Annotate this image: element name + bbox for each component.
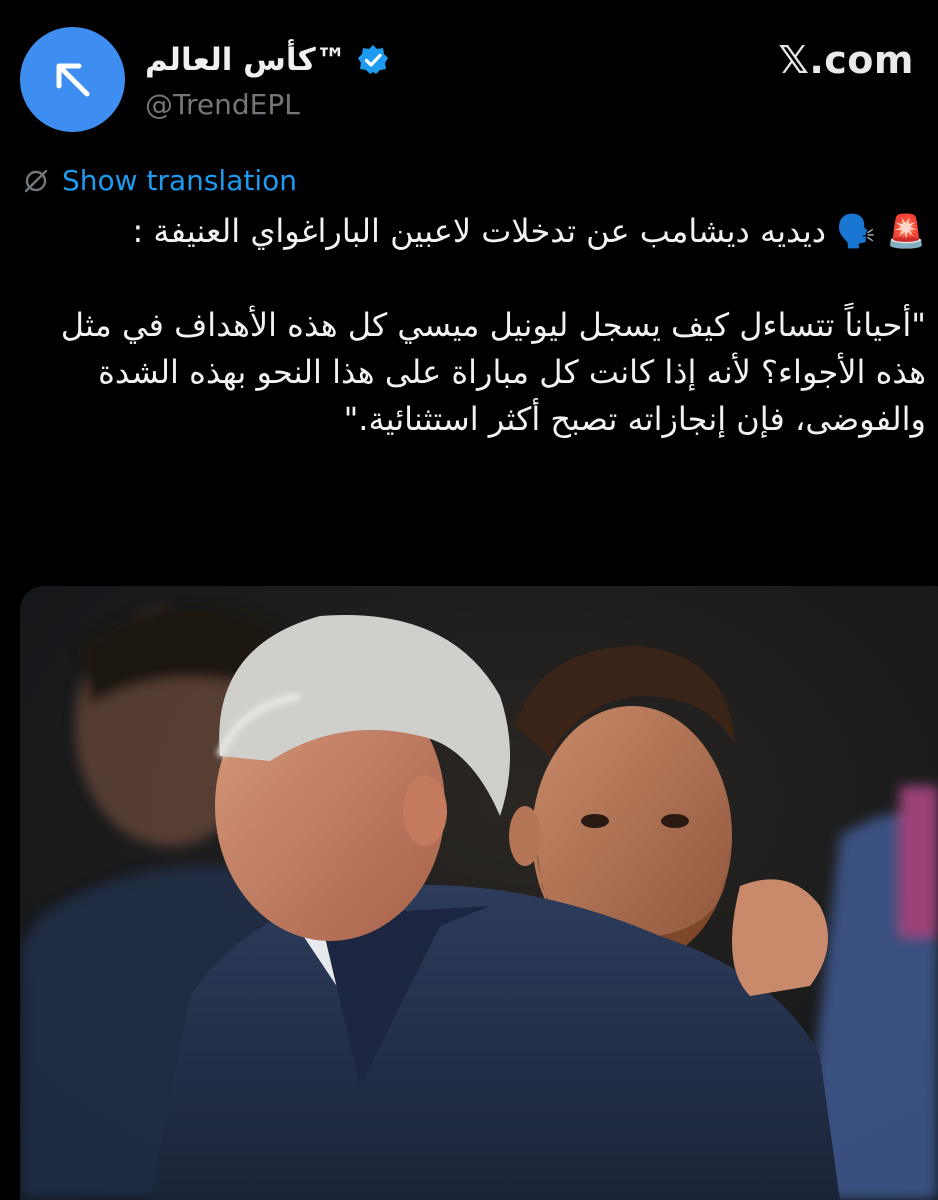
tweet-text: 🚨 🗣️ ديديه ديشامب عن تدخلات لاعبين البار… xyxy=(12,208,926,443)
name-row: كأس العالم™ xyxy=(145,38,389,82)
arrow-up-left-icon xyxy=(56,63,89,96)
tweet-headline: 🚨 🗣️ ديديه ديشامب عن تدخلات لاعبين البار… xyxy=(132,212,926,250)
display-name[interactable]: كأس العالم™ xyxy=(145,42,347,78)
verified-badge-icon xyxy=(357,45,388,74)
tweet-quote: "أحياناً تتساءل كيف يسجل ليونيل ميسي كل … xyxy=(60,306,926,438)
show-translation-button[interactable]: Show translation xyxy=(22,164,297,197)
globe-slash-icon xyxy=(24,169,48,192)
tweet-photo[interactable] xyxy=(20,586,938,1200)
photo-illustration xyxy=(20,586,938,1200)
site-label: 𝕏.com xyxy=(778,38,914,82)
user-handle[interactable]: @TrendEPL xyxy=(145,88,300,121)
avatar[interactable] xyxy=(20,27,125,132)
show-translation-label: Show translation xyxy=(62,164,298,197)
